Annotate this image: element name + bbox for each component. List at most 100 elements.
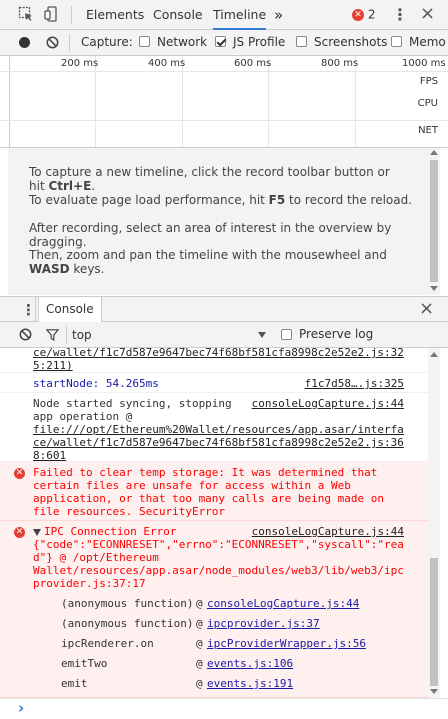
- tab-console[interactable]: Console: [153, 0, 203, 30]
- error-text: d"} @ /opt/Ethereum: [33, 551, 159, 564]
- error-icon: ✕: [14, 468, 25, 479]
- stack-function: emitTwo: [61, 657, 108, 670]
- scrollbar-thumb[interactable]: [430, 160, 438, 282]
- scrollbar-thumb[interactable]: [430, 558, 438, 686]
- gridline: [268, 56, 269, 147]
- stack-frame: (anonymous function) @ ipcprovider.js:37: [0, 614, 428, 634]
- lane-divider: [0, 71, 448, 72]
- network-checkbox[interactable]: [139, 36, 150, 47]
- error-text: provider.js:37:17: [33, 577, 146, 590]
- screenshots-label[interactable]: Screenshots: [314, 35, 387, 49]
- scroll-down-arrow-icon[interactable]: [430, 689, 438, 694]
- tab-timeline[interactable]: Timeline: [213, 0, 267, 30]
- error-text: application, or that too many calls are …: [33, 492, 384, 505]
- help-scrollbar[interactable]: [428, 148, 440, 295]
- scroll-up-arrow-icon[interactable]: [430, 352, 438, 357]
- fps-lane-label: FPS: [419, 76, 438, 87]
- gridline: [182, 56, 183, 147]
- console-error: ✕ IPC Connection Error consoleLogCapture…: [0, 521, 428, 698]
- error-count: 2: [367, 7, 376, 22]
- preserve-log-checkbox[interactable]: [281, 329, 292, 340]
- network-label[interactable]: Network: [157, 35, 207, 49]
- drawer-tab-console[interactable]: Console: [38, 297, 102, 322]
- js-profile-checkbox[interactable]: [215, 36, 226, 47]
- console-message: Node started syncing, stopping app opera…: [0, 393, 428, 462]
- chevron-down-icon: [258, 332, 266, 338]
- scroll-down-arrow-icon[interactable]: [430, 286, 438, 291]
- source-link[interactable]: f1c7d58….js:325: [305, 377, 404, 390]
- scroll-up-arrow-icon[interactable]: [430, 150, 438, 155]
- cpu-lane-label: CPU: [417, 98, 438, 109]
- clear-console-icon[interactable]: [19, 328, 32, 341]
- gridline: [355, 56, 356, 147]
- timeline-overview[interactable]: 200 ms 400 ms 600 ms 800 ms 1000 ms FPS …: [0, 56, 448, 148]
- error-title[interactable]: IPC Connection Error: [44, 525, 176, 538]
- device-mode-icon[interactable]: [44, 6, 60, 22]
- lane-divider: [0, 120, 448, 121]
- record-button[interactable]: [19, 37, 30, 48]
- inspect-element-icon[interactable]: [18, 6, 34, 22]
- source-link[interactable]: consoleLogCapture.js:44: [252, 397, 404, 410]
- toolbar-divider: [71, 6, 72, 24]
- preserve-log-label[interactable]: Preserve log: [299, 327, 373, 341]
- time-tick: 200 ms: [61, 58, 99, 69]
- timeline-controls: Capture: Network JS Profile Screenshots …: [0, 30, 448, 56]
- instruction-record: To capture a new timeline, click the rec…: [29, 165, 390, 193]
- source-link[interactable]: ce/wallet/f1c7d587e9647bec74f68bf581cfa8…: [33, 348, 404, 359]
- source-link[interactable]: 5:211): [33, 359, 73, 372]
- js-profile-label[interactable]: JS Profile: [233, 35, 285, 49]
- instruction-zoom: Then, zoom and pan the timeline with the…: [29, 248, 387, 276]
- stack-frame: emit @ events.js:191: [0, 674, 428, 694]
- stack-file-link[interactable]: ipcprovider.js:37: [207, 617, 320, 630]
- capture-label: Capture:: [81, 35, 133, 49]
- stack-frame: ipcRenderer.on @ ipcProviderWrapper.js:5…: [0, 634, 428, 654]
- stack-function: emit: [61, 677, 88, 690]
- error-count-badge[interactable]: ✕ 2: [352, 7, 375, 23]
- console-message: ce/wallet/f1c7d587e9647bec74f68bf581cfa8…: [0, 348, 428, 373]
- stack-file-link[interactable]: ipcProviderWrapper.js:56: [207, 637, 366, 650]
- tab-elements[interactable]: Elements: [86, 0, 144, 30]
- memory-checkbox[interactable]: [391, 36, 402, 47]
- net-lane-label: NET: [418, 125, 438, 136]
- stack-function: ipcRenderer.on: [61, 637, 154, 650]
- stack-function: (anonymous function): [61, 617, 194, 630]
- drawer-menu-icon[interactable]: ⋮: [21, 301, 36, 319]
- console-prompt[interactable]: ›: [0, 698, 448, 719]
- expand-triangle-icon[interactable]: [33, 529, 41, 536]
- stack-file-link[interactable]: events.js:106: [207, 657, 293, 670]
- toolbar-divider: [66, 326, 67, 344]
- file-link[interactable]: 8:601: [33, 449, 66, 462]
- memory-label[interactable]: Memo: [409, 35, 446, 49]
- error-text: file resources. SecurityError: [33, 505, 226, 518]
- file-link[interactable]: ce/wallet/f1c7d587e9647bec74f68bf581cfa8…: [33, 436, 404, 449]
- stack-file-link[interactable]: consoleLogCapture.js:44: [207, 597, 359, 610]
- stack-file-link[interactable]: events.js:191: [207, 677, 293, 690]
- stack-frame: emitTwo @ events.js:106: [0, 654, 428, 674]
- context-select[interactable]: top: [72, 326, 270, 344]
- filter-icon[interactable]: [45, 329, 60, 342]
- context-value: top: [72, 328, 92, 342]
- settings-menu-button[interactable]: ⋮: [392, 5, 408, 24]
- stack-at: @: [196, 657, 203, 670]
- console-scrollbar[interactable]: [428, 348, 440, 698]
- toolbar-divider: [35, 297, 36, 322]
- time-tick: 400 ms: [148, 58, 186, 69]
- log-text: startNode: 54.265ms: [33, 377, 159, 390]
- stack-at: @: [196, 617, 203, 630]
- close-drawer-button[interactable]: ×: [419, 298, 434, 319]
- instruction-select: After recording, select an area of inter…: [29, 221, 392, 249]
- screenshots-checkbox[interactable]: [296, 36, 307, 47]
- time-tick: 800 ms: [321, 58, 359, 69]
- console-message: startNode: 54.265ms f1c7d58….js:325: [0, 373, 428, 393]
- stack-at: @: [196, 677, 203, 690]
- error-text: {"code":"ECONNRESET","errno":"ECONNRESET…: [33, 538, 404, 551]
- clear-button[interactable]: [46, 36, 59, 49]
- source-link[interactable]: consoleLogCapture.js:44: [252, 525, 404, 538]
- error-icon: ✕: [14, 527, 25, 538]
- stack-at: @: [196, 637, 203, 650]
- more-tabs-button[interactable]: »: [274, 0, 283, 30]
- close-devtools-button[interactable]: ×: [420, 3, 435, 24]
- file-link[interactable]: file:///opt/Ethereum%20Wallet/resources/…: [33, 423, 404, 436]
- instruction-reload: To evaluate page load performance, hit F…: [29, 193, 413, 207]
- gridline: [9, 56, 10, 147]
